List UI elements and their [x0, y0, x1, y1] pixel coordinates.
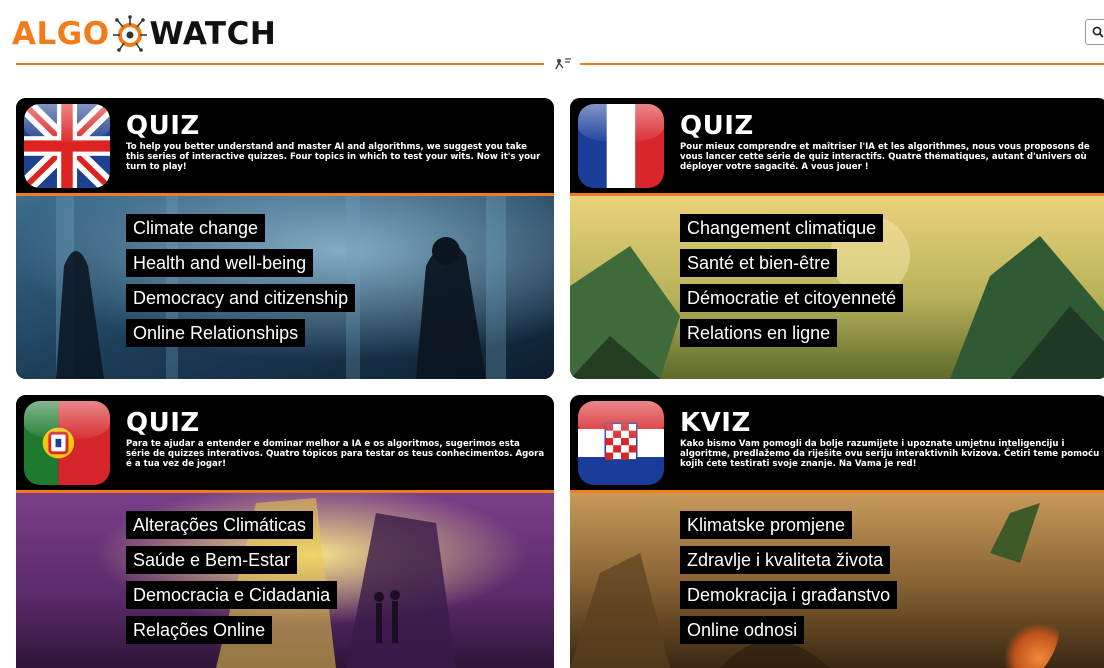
quiz-title: KVIZ — [680, 408, 751, 438]
quiz-card-header: QUIZ To help you better understand and m… — [16, 98, 554, 196]
topic-link-relationships[interactable]: Online Relationships — [126, 319, 306, 347]
quiz-description: Pour mieux comprendre et maîtriser l'IA … — [680, 142, 1090, 172]
quiz-card-header: QUIZ Para te ajudar a entender e dominar… — [16, 395, 554, 493]
quiz-card-croatian: KVIZ Kako bismo Vam pomogli da bolje raz… — [570, 395, 1104, 668]
topic-list: Climate change Health and well-being Dem… — [126, 214, 356, 354]
topic-list: Alterações Climáticas Saúde e Bem-Estar … — [126, 511, 338, 651]
topic-link-health[interactable]: Santé et bien-être — [680, 249, 838, 277]
portugal-flag-icon — [24, 401, 110, 485]
quiz-card-english: QUIZ To help you better understand and m… — [16, 98, 554, 379]
topic-link-health[interactable]: Health and well-being — [126, 249, 314, 277]
quiz-topic-panel: Climate change Health and well-being Dem… — [16, 196, 554, 379]
topic-link-health[interactable]: Saúde e Bem-Estar — [126, 546, 298, 574]
header-divider-right — [580, 63, 1104, 65]
france-flag-icon — [578, 104, 664, 188]
topic-link-relationships[interactable]: Relações Online — [126, 616, 273, 644]
uk-flag-icon — [24, 104, 110, 188]
circuit-eye-icon — [112, 15, 147, 52]
quiz-title: QUIZ — [680, 111, 754, 141]
topic-link-democracy[interactable]: Demokracija i građanstvo — [680, 581, 898, 609]
topic-link-democracy[interactable]: Democracy and citizenship — [126, 284, 356, 312]
logo-text-watch: WATCH — [149, 16, 277, 52]
quiz-description: Kako bismo Vam pomogli da bolje razumije… — [680, 439, 1100, 469]
logo-text-algo: ALGO — [12, 16, 110, 52]
topic-link-democracy[interactable]: Démocratie et citoyenneté — [680, 284, 904, 312]
header-divider-left — [16, 63, 544, 65]
topic-list: Klimatske promjene Zdravlje i kvaliteta … — [680, 511, 898, 651]
topic-link-climate[interactable]: Klimatske promjene — [680, 511, 853, 539]
croatia-flag-icon — [578, 401, 664, 485]
topic-link-relationships[interactable]: Relations en ligne — [680, 319, 838, 347]
topic-link-democracy[interactable]: Democracia e Cidadania — [126, 581, 338, 609]
quiz-card-header: KVIZ Kako bismo Vam pomogli da bolje raz… — [570, 395, 1104, 493]
search-icon — [1092, 26, 1104, 38]
quiz-card-portuguese: QUIZ Para te ajudar a entender e dominar… — [16, 395, 554, 668]
quiz-topic-panel: Alterações Climáticas Saúde e Bem-Estar … — [16, 493, 554, 668]
quiz-topic-panel: Changement climatique Santé et bien-être… — [570, 196, 1104, 379]
robot-icon — [555, 58, 571, 70]
topic-link-health[interactable]: Zdravlje i kvaliteta života — [680, 546, 891, 574]
topic-list: Changement climatique Santé et bien-être… — [680, 214, 904, 354]
search-button[interactable] — [1085, 19, 1104, 45]
site-logo[interactable]: ALGO WATCH — [12, 14, 276, 54]
quiz-title: QUIZ — [126, 111, 200, 141]
quiz-title: QUIZ — [126, 408, 200, 438]
quiz-card-header: QUIZ Pour mieux comprendre et maîtriser … — [570, 98, 1104, 196]
quiz-description: To help you better understand and master… — [126, 142, 541, 172]
topic-link-relationships[interactable]: Online odnosi — [680, 616, 805, 644]
topic-link-climate[interactable]: Climate change — [126, 214, 266, 242]
quiz-description: Para te ajudar a entender e dominar melh… — [126, 439, 545, 469]
topic-link-climate[interactable]: Changement climatique — [680, 214, 884, 242]
topic-link-climate[interactable]: Alterações Climáticas — [126, 511, 314, 539]
quiz-topic-panel: Klimatske promjene Zdravlje i kvaliteta … — [570, 493, 1104, 668]
site-header: ALGO WATCH — [0, 0, 1104, 86]
quiz-card-french: QUIZ Pour mieux comprendre et maîtriser … — [570, 98, 1104, 379]
